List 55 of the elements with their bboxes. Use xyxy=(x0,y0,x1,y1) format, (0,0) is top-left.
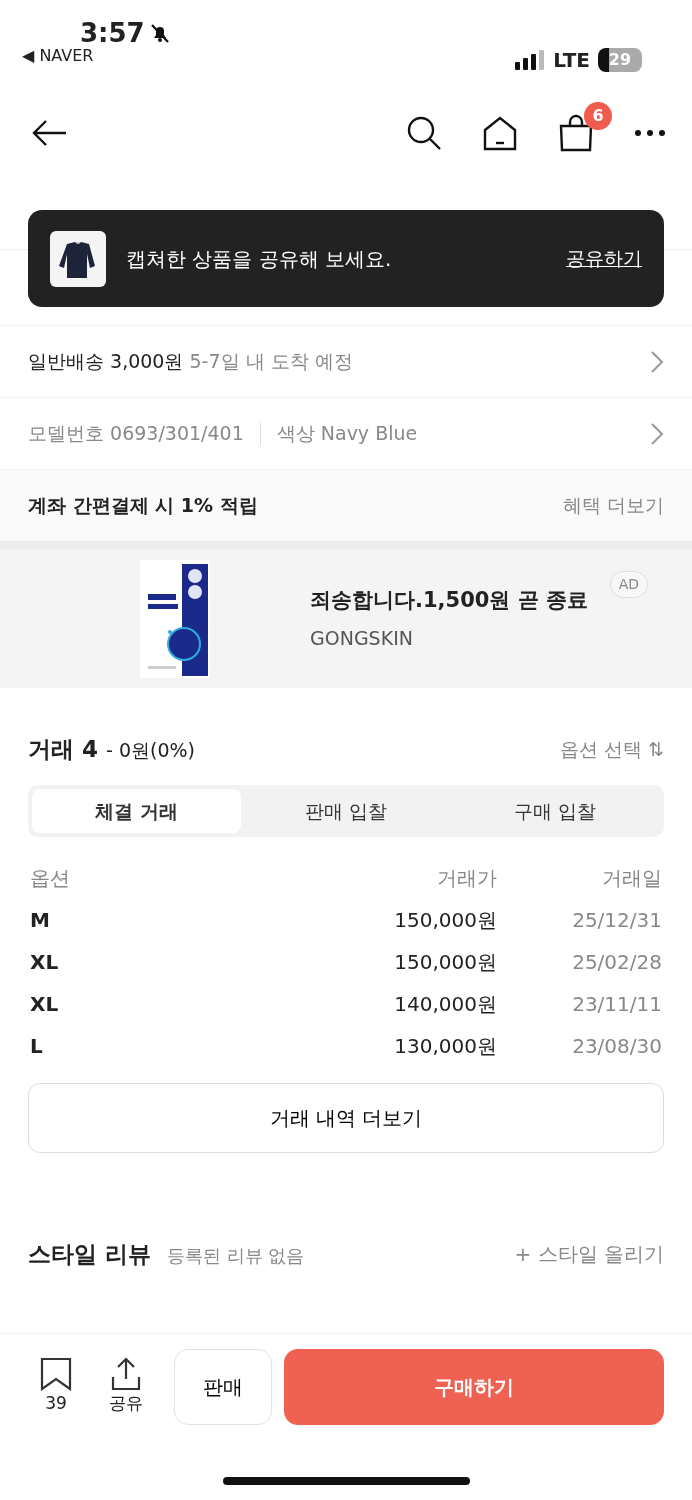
more-trades-button[interactable]: 거래 내역 더보기 xyxy=(28,1083,664,1153)
bookmark-count: 39 xyxy=(45,1392,67,1416)
payment-benefit: 계좌 간편결제 시 1% 적립 xyxy=(28,493,258,519)
share-icon[interactable] xyxy=(110,1357,142,1392)
table-cell-text: XL xyxy=(30,991,60,1018)
column-header: 거래일 xyxy=(601,865,662,892)
color-info: 색상 Navy Blue xyxy=(276,421,418,447)
ad-title: 죄송합니다.1,500원 곧 종료 xyxy=(310,586,589,614)
toast-message: 캡쳐한 상품을 공유해 보세요. xyxy=(126,245,393,273)
share-link[interactable]: 공유하기 xyxy=(566,244,642,273)
empty-review-note: 등록된 리뷰 없음 xyxy=(167,1244,305,1268)
back-to-app-link[interactable]: ◀ NAVER xyxy=(22,46,171,67)
back-arrow-icon[interactable] xyxy=(30,117,68,148)
option-select-link[interactable]: 옵션 선택 ⇅ xyxy=(560,735,664,764)
ad-banner[interactable]: 죄송합니다.1,500원 곧 종료 GONGSKIN AD xyxy=(0,541,692,688)
search-icon[interactable] xyxy=(406,114,442,151)
table-cell-text: L xyxy=(30,1033,44,1060)
segment-tab[interactable]: 판매 입찰 xyxy=(241,788,451,833)
more-icon[interactable] xyxy=(634,128,666,137)
upload-style-link[interactable]: + 스타일 올리기 xyxy=(514,1239,664,1270)
table-cell-text: XL xyxy=(30,949,60,976)
price-change: - 0원(0%) xyxy=(106,738,195,763)
ad-badge: AD xyxy=(609,571,648,598)
home-icon[interactable] xyxy=(482,114,518,151)
table-cell-text: M xyxy=(30,907,51,934)
signal-icon xyxy=(515,50,546,70)
column-header: 거래가 xyxy=(436,865,497,892)
delivery-estimate: 5-7일 내 도착 예정 xyxy=(189,350,353,373)
section-title: 스타일 리뷰 xyxy=(28,1240,151,1269)
column-header: 옵션 xyxy=(30,865,71,892)
cart-count-badge: 6 xyxy=(584,101,612,130)
muted-bell-icon xyxy=(148,22,171,44)
shipping-info: 일반배송 3,000원 xyxy=(28,350,184,373)
table-cell-text: 150,000원 xyxy=(393,949,497,976)
table-cell-text: 140,000원 xyxy=(393,991,497,1018)
bookmark-icon[interactable] xyxy=(40,1357,72,1392)
model-number: 모델번호 0693/301/401 xyxy=(28,421,244,447)
table-cell-text: 25/02/28 xyxy=(571,949,662,976)
shopping-bag-icon[interactable] xyxy=(558,113,594,152)
chevron-right-icon[interactable] xyxy=(650,349,664,374)
segment-tab[interactable]: 구매 입찰 xyxy=(450,788,660,833)
table-cell-text: 23/11/11 xyxy=(571,991,662,1018)
table-cell-text: 130,000원 xyxy=(393,1033,497,1060)
table-cell-text: 150,000원 xyxy=(393,907,497,934)
sell-button[interactable]: 판매 xyxy=(174,1349,272,1425)
network-type: LTE xyxy=(553,47,590,74)
segment-tab[interactable]: 체결 거래 xyxy=(32,788,242,833)
chevron-right-icon[interactable] xyxy=(650,421,664,446)
ad-brand: GONGSKIN xyxy=(310,626,414,651)
clock-time: 3:57 xyxy=(80,20,145,46)
table-cell-text: 23/08/30 xyxy=(571,1033,662,1060)
battery-indicator: 29 xyxy=(598,48,642,72)
share-label: 공유 xyxy=(109,1392,143,1416)
table-cell-text: 25/12/31 xyxy=(571,907,662,934)
trades-title: 거래 4 xyxy=(28,735,98,764)
